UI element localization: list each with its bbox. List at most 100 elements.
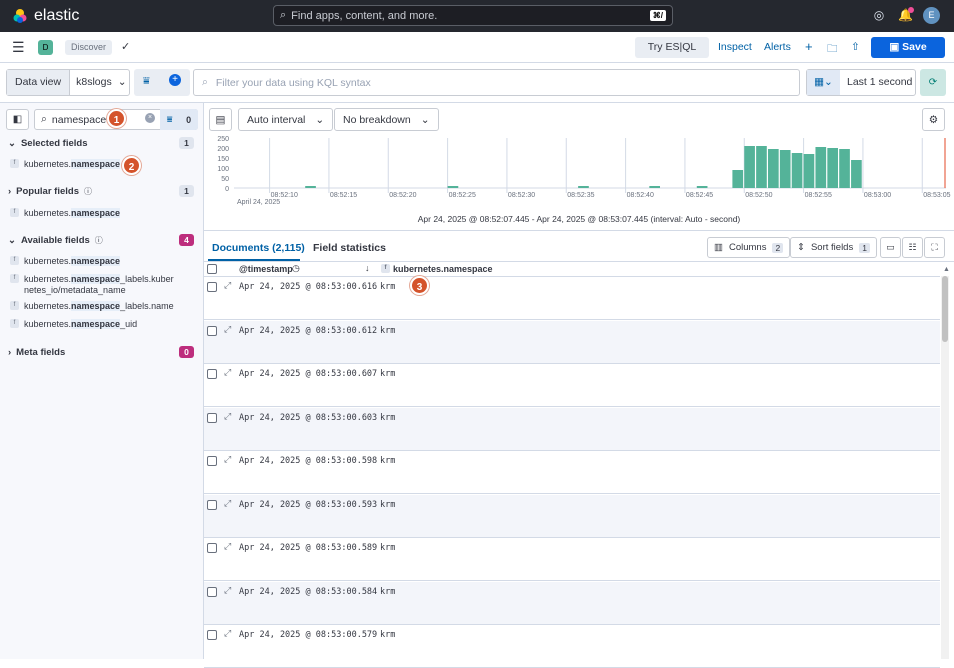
field-item[interactable]: f kubernetes.namespace_labels.kuber netes_…: [10, 274, 174, 296]
expand-icon[interactable]: ⤢: [224, 411, 231, 422]
row-checkbox[interactable]: [207, 369, 217, 379]
select-all-checkbox[interactable]: [207, 264, 217, 274]
expand-icon[interactable]: ⤢: [224, 585, 231, 596]
table-row[interactable]: ⤢ Apr 24, 2025 @ 08:53:00.589 krm: [204, 538, 940, 581]
expand-icon[interactable]: ⤢: [224, 280, 231, 291]
expand-icon[interactable]: ⤢: [224, 541, 231, 552]
row-height-icon[interactable]: ▭: [880, 237, 901, 258]
y-tick-label: 0: [225, 186, 229, 193]
clear-icon[interactable]: ×: [145, 113, 155, 123]
row-checkbox[interactable]: [207, 586, 217, 597]
tab-field-statistics[interactable]: Field statistics: [313, 242, 386, 254]
field-item[interactable]: f kubernetes.namespace: [10, 159, 121, 170]
columns-button[interactable]: ▥ Columns 2: [707, 237, 791, 258]
sort-fields-button[interactable]: ⇕ Sort fields 1: [790, 237, 877, 258]
save-label: Save: [902, 41, 927, 53]
namespace-cell: krm: [380, 499, 396, 510]
calendar-icon[interactable]: ▦⌄: [807, 70, 840, 95]
namespace-header[interactable]: kubernetes.namespace: [393, 264, 493, 274]
user-avatar[interactable]: E: [923, 7, 940, 24]
row-checkbox[interactable]: [207, 630, 217, 640]
data-view-value: k8slogs: [76, 76, 112, 88]
alerts-button[interactable]: Alerts: [764, 41, 791, 53]
field-search-value: namespace: [51, 113, 107, 126]
histogram-bar: [779, 150, 791, 188]
table-row[interactable]: ⤢ Apr 24, 2025 @ 08:53:00.616 krm: [204, 277, 940, 320]
chart-settings-button[interactable]: ⚙: [922, 108, 945, 131]
table-row[interactable]: ⤢ Apr 24, 2025 @ 08:53:00.593 krm: [204, 494, 940, 538]
table-row[interactable]: ⤢ Apr 24, 2025 @ 08:53:00.584 krm: [204, 581, 940, 625]
scrollbar-thumb[interactable]: [942, 276, 948, 342]
available-fields-count: 4: [179, 234, 194, 246]
selected-fields-title: Selected fields: [20, 138, 88, 149]
save-button[interactable]: ▣ Save: [871, 37, 945, 58]
expand-icon[interactable]: ⤢: [224, 324, 231, 335]
histogram-bar: [578, 186, 589, 188]
date-picker[interactable]: ▦⌄ Last 1 second: [806, 69, 916, 96]
field-item[interactable]: f kubernetes.namespace: [10, 256, 121, 267]
try-esql-button[interactable]: Try ES|QL: [635, 37, 709, 58]
global-search[interactable]: ⌕ Find apps, content, and more. ⌘/: [273, 5, 673, 26]
scroll-up-icon[interactable]: ▲: [943, 266, 950, 273]
breakdown-select[interactable]: No breakdown ⌄: [334, 108, 439, 131]
field-item[interactable]: f kubernetes.namespace: [10, 208, 121, 219]
elastic-logo[interactable]: elastic: [12, 7, 79, 25]
available-fields-header[interactable]: ⌄ Available fields ⓘ: [8, 235, 103, 246]
timestamp-cell: Apr 24, 2025 @ 08:53:00.612: [239, 325, 378, 336]
add-filter-icon[interactable]: +: [169, 74, 181, 86]
kql-input[interactable]: ⌕ Filter your data using KQL syntax: [193, 69, 800, 96]
table-row[interactable]: ⤢ Apr 24, 2025 @ 08:53:00.598 krm: [204, 451, 940, 494]
active-tab-indicator: [208, 259, 300, 261]
menu-icon[interactable]: ☰: [12, 40, 25, 54]
row-checkbox[interactable]: [207, 499, 217, 510]
data-view-picker[interactable]: Data view k8slogs ⌄: [6, 69, 130, 96]
expand-icon[interactable]: ⤢: [224, 628, 231, 639]
row-checkbox[interactable]: [207, 282, 217, 292]
histogram-bar: [447, 186, 459, 188]
field-prefix: kubernetes.: [24, 319, 72, 329]
table-row[interactable]: ⤢ Apr 24, 2025 @ 08:53:00.607 krm: [204, 364, 940, 407]
field-item[interactable]: f kubernetes.namespace_labels.name: [10, 301, 174, 312]
sort-descending-icon[interactable]: ↓: [365, 263, 370, 273]
chevron-down-icon: ⌄: [8, 235, 16, 246]
fullscreen-icon[interactable]: ⛶: [924, 237, 945, 258]
chevron-down-icon: ⌄: [315, 113, 325, 126]
row-checkbox[interactable]: [207, 456, 217, 466]
open-icon[interactable]: 🗀: [827, 41, 838, 59]
inspect-button[interactable]: Inspect: [718, 41, 752, 53]
help-icon[interactable]: ◎: [872, 8, 886, 22]
timestamp-header[interactable]: @timestamp: [239, 264, 293, 274]
collapse-sidebar-button[interactable]: ◧: [6, 109, 29, 130]
field-item[interactable]: f kubernetes.namespace_uid: [10, 319, 137, 330]
field-filter-button[interactable]: ⩸ 0: [160, 109, 198, 130]
meta-fields-header[interactable]: › Meta fields: [8, 347, 65, 358]
row-checkbox[interactable]: [207, 412, 217, 423]
expand-icon[interactable]: ⤢: [224, 454, 231, 465]
table-row[interactable]: ⤢ Apr 24, 2025 @ 08:53:00.603 krm: [204, 407, 940, 451]
tab-documents[interactable]: Documents (2,115): [212, 242, 305, 254]
clock-icon: ◷: [292, 263, 300, 273]
popular-fields-header[interactable]: › Popular fields ⓘ: [8, 186, 92, 197]
new-icon[interactable]: +: [805, 39, 813, 54]
expand-icon[interactable]: ⤢: [224, 367, 231, 378]
expand-icon[interactable]: ⤢: [224, 498, 231, 509]
keyword-type-icon: f: [10, 159, 19, 168]
space-avatar[interactable]: D: [38, 40, 53, 55]
selected-fields-header[interactable]: ⌄ Selected fields: [8, 138, 88, 149]
chart-options-button[interactable]: ▤: [209, 108, 232, 131]
row-checkbox[interactable]: [207, 325, 217, 336]
table-row[interactable]: ⤢ Apr 24, 2025 @ 08:53:00.579 krm: [204, 625, 940, 668]
field-match: namespace: [71, 301, 121, 311]
keyword-type-icon: f: [10, 319, 19, 328]
display-settings-icon[interactable]: ☷: [902, 237, 923, 258]
refresh-button[interactable]: ⟳: [920, 69, 946, 96]
breadcrumb[interactable]: Discover: [65, 40, 113, 55]
interval-select[interactable]: Auto interval ⌄: [238, 108, 334, 131]
filter-icon[interactable]: ⩸: [143, 75, 150, 88]
x-tick-label: 08:52:40: [627, 192, 654, 199]
table-row[interactable]: ⤢ Apr 24, 2025 @ 08:53:00.612 krm: [204, 320, 940, 364]
share-icon[interactable]: ⇧: [851, 41, 860, 53]
row-checkbox[interactable]: [207, 543, 217, 553]
timestamp-cell: Apr 24, 2025 @ 08:53:00.607: [239, 369, 378, 379]
info-icon: ⓘ: [94, 236, 103, 245]
